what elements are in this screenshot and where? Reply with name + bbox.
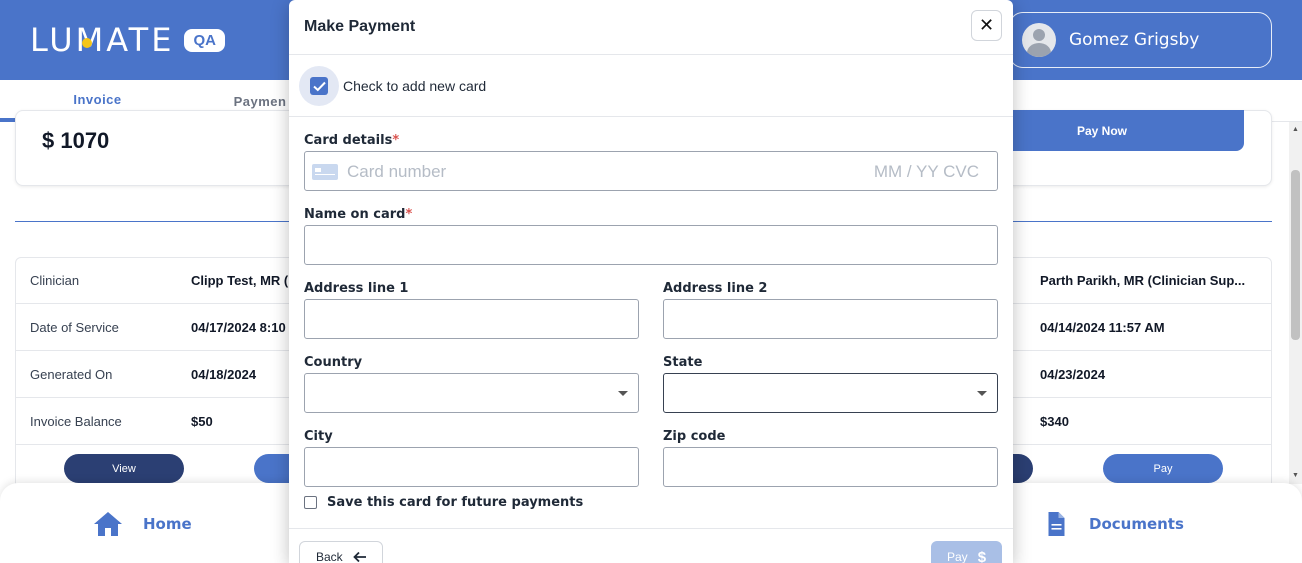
total-amount: $ 1070 [42, 128, 110, 153]
credit-card-icon [312, 164, 338, 180]
pay-button[interactable]: Pay $ [931, 541, 1002, 563]
state-label: State [663, 355, 703, 370]
clinician-value: Clipp Test, MR ( [191, 273, 289, 288]
checkmark-icon [312, 81, 326, 91]
name-on-card-text: Name on card [304, 207, 406, 222]
name-on-card-label: Name on card* [304, 207, 412, 222]
required-mark: * [392, 133, 400, 148]
country-select[interactable] [304, 373, 639, 413]
save-card-checkbox[interactable] [304, 496, 317, 509]
date-of-service-value: 04/17/2024 8:10 [191, 320, 286, 335]
modal-divider [289, 528, 1013, 529]
modal-divider [289, 54, 1013, 55]
env-badge: QA [184, 28, 225, 52]
address-line-2-label: Address line 2 [663, 281, 768, 296]
required-mark: * [405, 207, 413, 222]
nav-documents[interactable]: Documents [1044, 511, 1184, 537]
modal-title: Make Payment [304, 18, 416, 35]
row-label-date-of-service: Date of Service [30, 320, 119, 335]
scroll-up-icon[interactable]: ▲ [1289, 122, 1302, 138]
avatar-icon [1022, 23, 1056, 57]
card-details-text: Card details [304, 133, 393, 148]
nav-documents-label: Documents [1089, 515, 1184, 533]
save-card-label: Save this card for future payments [327, 495, 584, 510]
back-button[interactable]: Back [299, 541, 383, 563]
nav-home[interactable]: Home [93, 511, 192, 537]
city-input[interactable] [304, 447, 639, 487]
expiry-cvc-placeholder: MM / YY CVC [873, 162, 979, 181]
country-label: Country [304, 355, 363, 370]
nav-home-label: Home [143, 515, 192, 533]
zip-code-input[interactable] [663, 447, 998, 487]
chevron-down-icon [977, 391, 987, 396]
card-number-placeholder: Card number [347, 162, 447, 181]
row-label-clinician: Clinician [30, 273, 80, 288]
add-new-card-checkbox[interactable] [310, 77, 328, 95]
view-invoice-button[interactable]: View [64, 454, 184, 483]
close-icon: ✕ [978, 15, 995, 35]
address-line-1-input[interactable] [304, 299, 639, 339]
logo-text: LUMATE [30, 21, 175, 59]
address-line-1-label: Address line 1 [304, 281, 409, 296]
address-line-2-input[interactable] [663, 299, 998, 339]
user-profile-button[interactable]: Gomez Grigsby [1009, 12, 1272, 68]
scrollbar-thumb[interactable] [1291, 170, 1300, 340]
lumate-logo[interactable]: LUMATE QA [30, 24, 225, 56]
city-label: City [304, 429, 333, 444]
document-icon [1048, 512, 1065, 536]
invoice-balance-value: $340 [1040, 414, 1069, 429]
date-of-service-value: 04/14/2024 11:57 AM [1040, 320, 1165, 335]
generated-on-value: 04/18/2024 [191, 367, 257, 382]
scroll-down-icon[interactable]: ▼ [1289, 468, 1302, 484]
zip-code-label: Zip code [663, 429, 726, 444]
pay-invoice-button[interactable]: Pay [1103, 454, 1223, 483]
invoice-balance-value: $50 [191, 414, 213, 429]
state-select[interactable] [663, 373, 998, 413]
card-details-label: Card details* [304, 133, 399, 148]
back-label: Back [316, 550, 343, 563]
row-label-generated-on: Generated On [30, 367, 113, 382]
add-new-card-label: Check to add new card [343, 78, 487, 94]
pay-label: Pay [947, 550, 968, 563]
chevron-down-icon [618, 391, 628, 396]
user-name: Gomez Grigsby [1069, 30, 1200, 50]
modal-divider [289, 116, 1013, 117]
row-label-invoice-balance: Invoice Balance [30, 414, 122, 429]
name-on-card-input[interactable] [304, 225, 998, 265]
clinician-value: Parth Parikh, MR (Clinician Sup... [1040, 273, 1246, 288]
close-modal-button[interactable]: ✕ [971, 10, 1002, 41]
home-icon [94, 512, 122, 536]
logo-dot-icon [82, 38, 92, 48]
card-details-field[interactable]: Card number MM / YY CVC [304, 151, 998, 191]
dollar-icon: $ [977, 548, 987, 563]
arrow-left-icon [352, 551, 366, 563]
make-payment-modal: Make Payment ✕ Check to add new card Car… [289, 0, 1013, 563]
generated-on-value: 04/23/2024 [1040, 367, 1106, 382]
